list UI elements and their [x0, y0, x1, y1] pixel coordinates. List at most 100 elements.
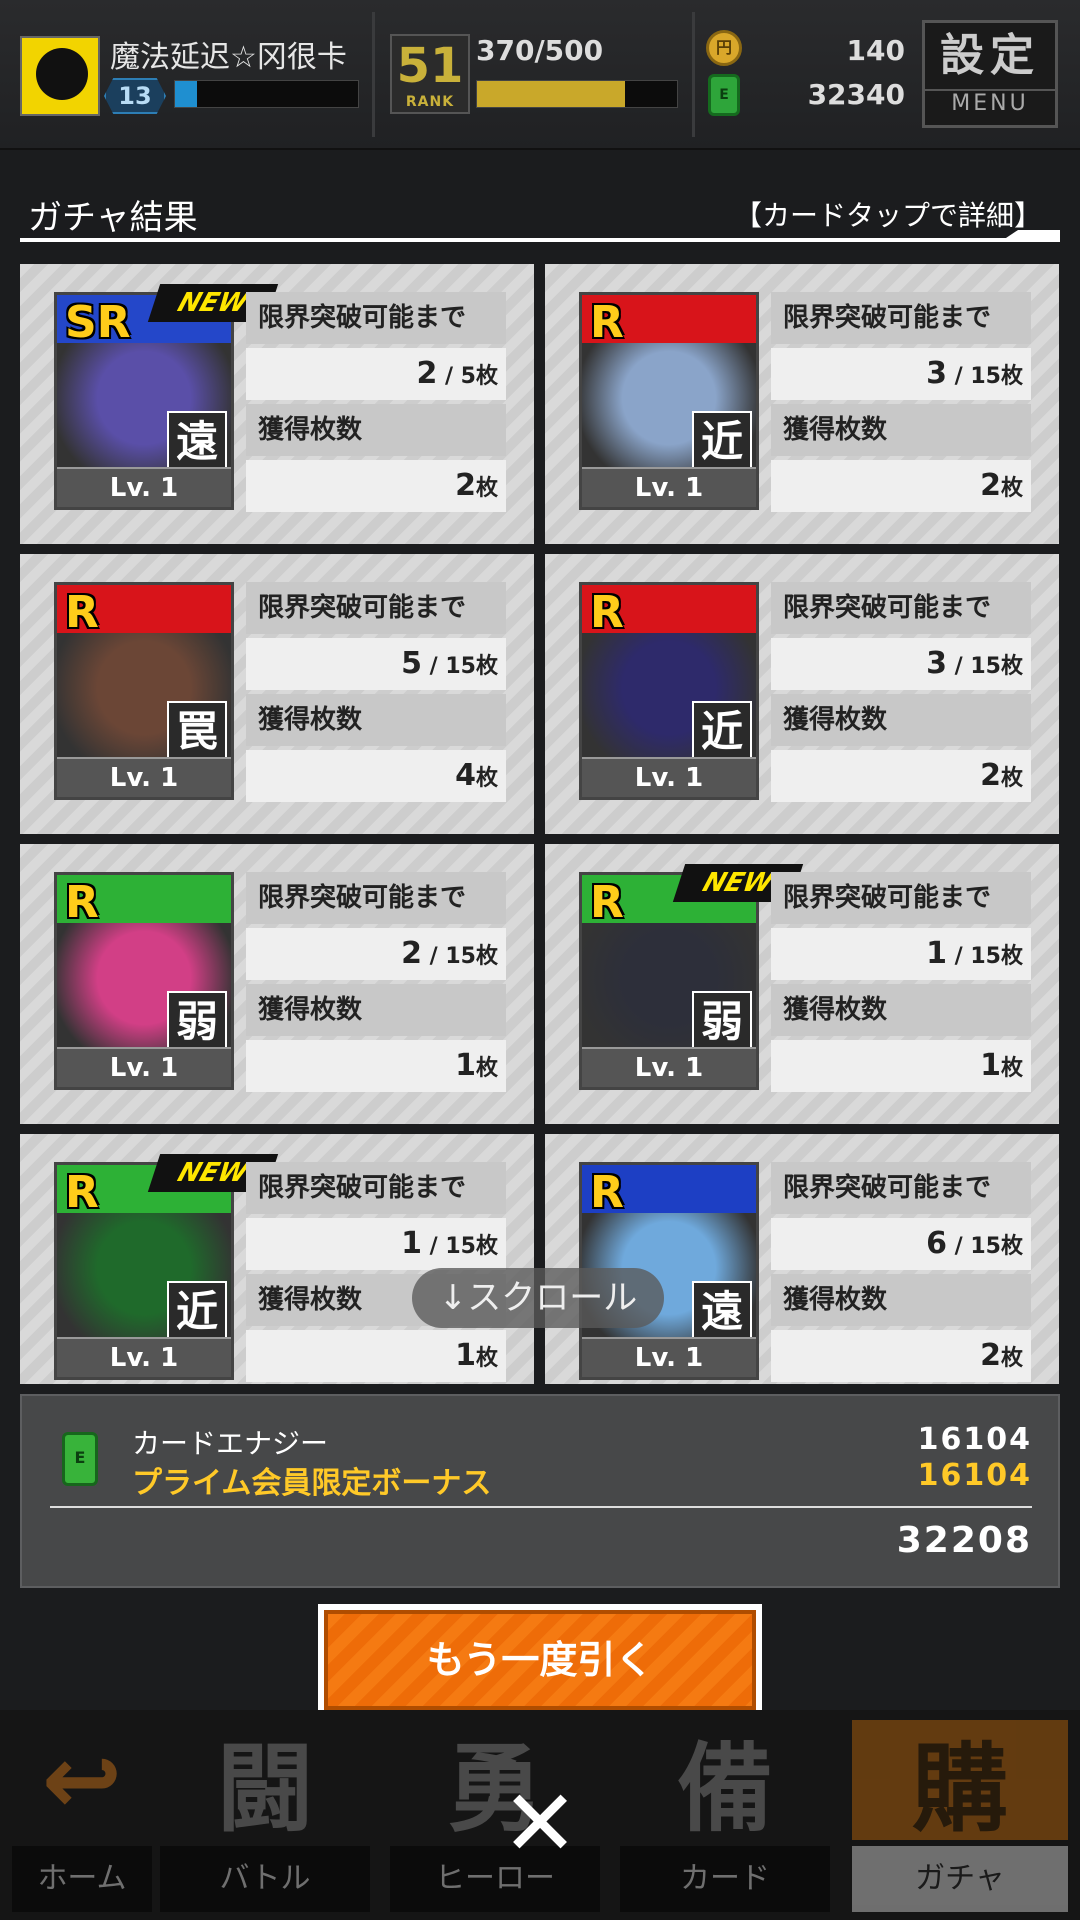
rarity-label: R	[590, 877, 624, 928]
avatar-face-icon	[36, 48, 88, 100]
limit-now: 2	[416, 356, 438, 391]
card-thumbnail: R 罠 Lv. 1	[54, 582, 234, 800]
gacha-result-card[interactable]: R 弱 Lv. 1 限界突破可能まで 2 / 15枚 獲得枚数 1枚	[20, 844, 534, 1124]
owned-count: 1	[455, 1338, 476, 1373]
rarity-label: R	[590, 587, 624, 638]
owned-count-label: 獲得枚数	[771, 404, 1031, 456]
gacha-result-card[interactable]: R 近 Lv. 1 NEW 限界突破可能まで 1 / 15枚 獲得枚数 1枚	[20, 1134, 534, 1384]
energy-can-icon: E	[62, 1432, 98, 1486]
owned-count: 2	[980, 468, 1001, 503]
unit: 枚	[475, 364, 498, 389]
nav-card[interactable]: 備 カード	[620, 1720, 830, 1912]
coin-icon: 円	[706, 30, 742, 66]
owned-count-label: 獲得枚数	[246, 984, 506, 1036]
stamina-value: 370/500	[476, 34, 604, 67]
owned-count-label: 獲得枚数	[771, 694, 1031, 746]
nav-home[interactable]: ↩ ホーム	[12, 1720, 152, 1912]
limit-break-value: 1 / 15枚	[771, 928, 1031, 980]
owned-count: 1	[980, 1048, 1001, 1083]
unit: 枚	[1000, 364, 1023, 389]
owned-count-label: 獲得枚数	[246, 404, 506, 456]
unit: 枚	[1000, 654, 1023, 679]
limit-break-value: 2 / 5枚	[246, 348, 506, 400]
owned-count-value: 1枚	[771, 1040, 1031, 1092]
unit: 枚	[475, 1234, 498, 1259]
rank-badge: 51 RANK	[390, 34, 470, 114]
limit-break-label: 限界突破可能まで	[246, 292, 506, 344]
owned-count-value: 2枚	[771, 750, 1031, 802]
card-type-badge: 近	[167, 1281, 227, 1343]
limit-break-value: 3 / 15枚	[771, 638, 1031, 690]
gacha-result-card[interactable]: R 遠 Lv. 1 限界突破可能まで 6 / 15枚 獲得枚数 2枚	[545, 1134, 1059, 1384]
unit: 枚	[475, 654, 498, 679]
close-icon[interactable]: ✕	[498, 1778, 582, 1870]
settings-menu-button[interactable]: 設定 MENU	[922, 20, 1058, 128]
limit-now: 2	[401, 936, 422, 971]
limit-break-label: 限界突破可能まで	[771, 1162, 1031, 1214]
owned-count-value: 2枚	[771, 1330, 1031, 1382]
owned-count-value: 2枚	[771, 460, 1031, 512]
header-divider	[372, 12, 375, 137]
coin-count: 140	[846, 34, 905, 67]
card-thumbnail: R 弱 Lv. 1	[579, 872, 759, 1090]
owned-count: 2	[455, 468, 476, 503]
gamepad-icon: 闘	[217, 1732, 313, 1845]
gacha-result-card[interactable]: R 近 Lv. 1 限界突破可能まで 3 / 15枚 獲得枚数 2枚	[545, 264, 1059, 544]
card-type-badge: 弱	[692, 991, 752, 1053]
nav-gacha[interactable]: 購 ガチャ	[852, 1720, 1068, 1912]
player-name: 魔法延迟☆冈很卡	[110, 40, 347, 75]
energy-can-icon: E	[708, 74, 740, 116]
detail-hint: 【カードタップで詳細】	[733, 199, 1042, 232]
card-level: Lv. 1	[582, 467, 756, 507]
limit-max: 15	[445, 654, 476, 679]
page-title: ガチャ結果	[28, 198, 198, 238]
draw-again-label: もう一度引く	[324, 1610, 756, 1710]
prime-bonus-label: プライム会員限定ボーナス	[132, 1466, 492, 1501]
unit: 枚	[475, 944, 498, 969]
menu-sublabel: MENU	[925, 89, 1055, 117]
card-type-badge: 弱	[167, 991, 227, 1053]
card-type-badge: 遠	[692, 1281, 752, 1343]
nav-battle[interactable]: 闘 バトル	[160, 1720, 370, 1912]
limit-now: 3	[926, 356, 947, 391]
limit-max: 15	[970, 364, 1001, 389]
nav-home-label: ホーム	[12, 1846, 152, 1912]
owned-count: 2	[980, 1338, 1001, 1373]
player-avatar[interactable]	[20, 36, 100, 116]
limit-break-value: 3 / 15枚	[771, 348, 1031, 400]
unit: 枚	[1000, 1056, 1023, 1081]
energy-total: 32208	[896, 1520, 1032, 1561]
rarity-label: SR	[65, 297, 131, 348]
owned-count-label: 獲得枚数	[771, 1274, 1031, 1326]
energy-divider	[50, 1506, 1032, 1508]
card-energy-value: 16104	[917, 1422, 1032, 1457]
rarity-label: R	[590, 1167, 624, 1218]
card-thumbnail: R 弱 Lv. 1	[54, 872, 234, 1090]
rank-number: 51	[396, 38, 464, 94]
card-energy-label: カードエナジー	[132, 1427, 329, 1460]
card-deck-icon: 備	[677, 1732, 773, 1845]
gacha-result-card[interactable]: R 近 Lv. 1 限界突破可能まで 3 / 15枚 獲得枚数 2枚	[545, 554, 1059, 834]
unit: 枚	[1000, 1346, 1023, 1371]
limit-max: 5	[460, 364, 476, 389]
player-level-badge: 13	[104, 78, 166, 114]
stamina-bar	[476, 80, 678, 108]
draw-again-button[interactable]: もう一度引く	[318, 1604, 762, 1716]
limit-now: 6	[926, 1226, 947, 1261]
rarity-label: R	[590, 297, 624, 348]
gacha-result-card[interactable]: R 弱 Lv. 1 NEW 限界突破可能まで 1 / 15枚 獲得枚数 1枚	[545, 844, 1059, 1124]
limit-break-value: 5 / 15枚	[246, 638, 506, 690]
card-type-badge: 近	[692, 701, 752, 763]
limit-max: 15	[970, 654, 1001, 679]
prime-bonus-value: 16104	[917, 1458, 1032, 1493]
card-level: Lv. 1	[582, 757, 756, 797]
rarity-label: R	[65, 877, 99, 928]
card-thumbnail: R 近 Lv. 1	[579, 292, 759, 510]
owned-count-value: 2枚	[246, 460, 506, 512]
return-arrow-icon: ↩	[41, 1724, 123, 1836]
gacha-result-card[interactable]: R 罠 Lv. 1 限界突破可能まで 5 / 15枚 獲得枚数 4枚	[20, 554, 534, 834]
gacha-result-card[interactable]: SR 遠 Lv. 1 NEW 限界突破可能まで 2 / 5枚 獲得枚数 2枚	[20, 264, 534, 544]
card-type-badge: 近	[692, 411, 752, 473]
owned-count: 1	[455, 1048, 476, 1083]
limit-now: 1	[401, 1226, 422, 1261]
